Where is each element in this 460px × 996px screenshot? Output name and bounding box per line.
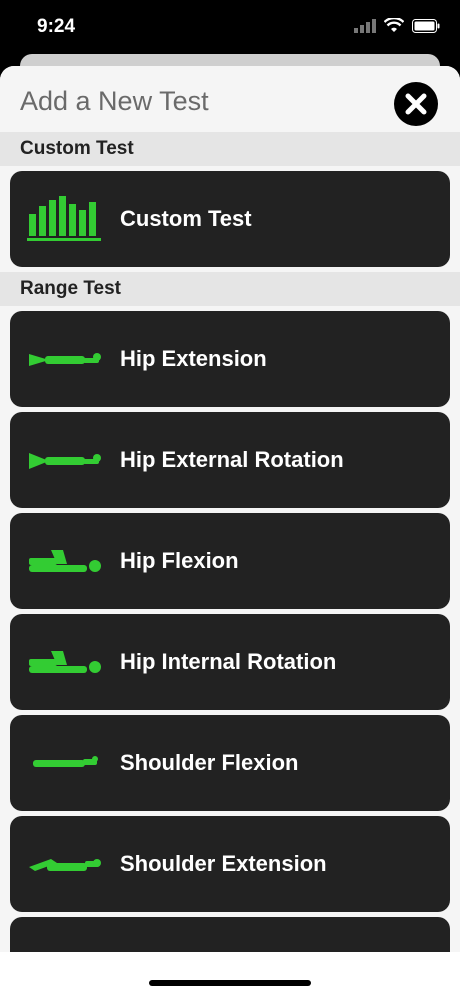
hip-internal-rotation-icon bbox=[29, 651, 101, 673]
custom-test-button[interactable]: Custom Test bbox=[10, 171, 450, 267]
card-label: Hip Flexion bbox=[120, 548, 239, 573]
battery-icon bbox=[412, 18, 440, 33]
hip-external-rotation-icon bbox=[29, 453, 101, 469]
bottom-bar bbox=[0, 952, 460, 996]
close-button[interactable] bbox=[394, 82, 438, 126]
card-label: Hip External Rotation bbox=[120, 447, 344, 472]
hip-flexion-button[interactable]: Hip Flexion bbox=[10, 513, 450, 609]
card-label: Custom Test bbox=[120, 206, 252, 231]
wifi-icon bbox=[384, 18, 404, 32]
add-test-sheet: Add a New Test Custom Test Custom Test R… bbox=[0, 66, 460, 996]
card-label: Hip Internal Rotation bbox=[120, 649, 337, 674]
hip-flexion-icon bbox=[29, 550, 101, 572]
hip-internal-rotation-button[interactable]: Hip Internal Rotation bbox=[10, 614, 450, 710]
shoulder-flexion-button[interactable]: Shoulder Flexion bbox=[10, 715, 450, 811]
section-header-custom: Custom Test bbox=[0, 132, 460, 166]
sheet-header: Add a New Test bbox=[0, 66, 460, 132]
shoulder-extension-icon bbox=[29, 859, 101, 871]
status-bar: 9:24 bbox=[0, 0, 460, 56]
bar-chart-icon bbox=[27, 196, 101, 241]
home-indicator[interactable] bbox=[149, 980, 311, 986]
close-icon bbox=[405, 93, 427, 115]
card-label: Shoulder Extension bbox=[120, 851, 327, 876]
section-header-range: Range Test bbox=[0, 272, 460, 306]
card-label: Shoulder Flexion bbox=[120, 750, 299, 775]
card-label: Hip Extension bbox=[120, 346, 267, 371]
hip-extension-icon bbox=[29, 353, 101, 366]
shoulder-extension-button[interactable]: Shoulder Extension bbox=[10, 816, 450, 912]
signal-icon bbox=[354, 18, 376, 33]
status-time: 9:24 bbox=[37, 16, 76, 37]
hip-external-rotation-button[interactable]: Hip External Rotation bbox=[10, 412, 450, 508]
hip-extension-button[interactable]: Hip Extension bbox=[10, 311, 450, 407]
page-title: Add a New Test bbox=[20, 86, 209, 116]
shoulder-flexion-icon bbox=[33, 756, 98, 767]
status-icons bbox=[354, 18, 440, 33]
